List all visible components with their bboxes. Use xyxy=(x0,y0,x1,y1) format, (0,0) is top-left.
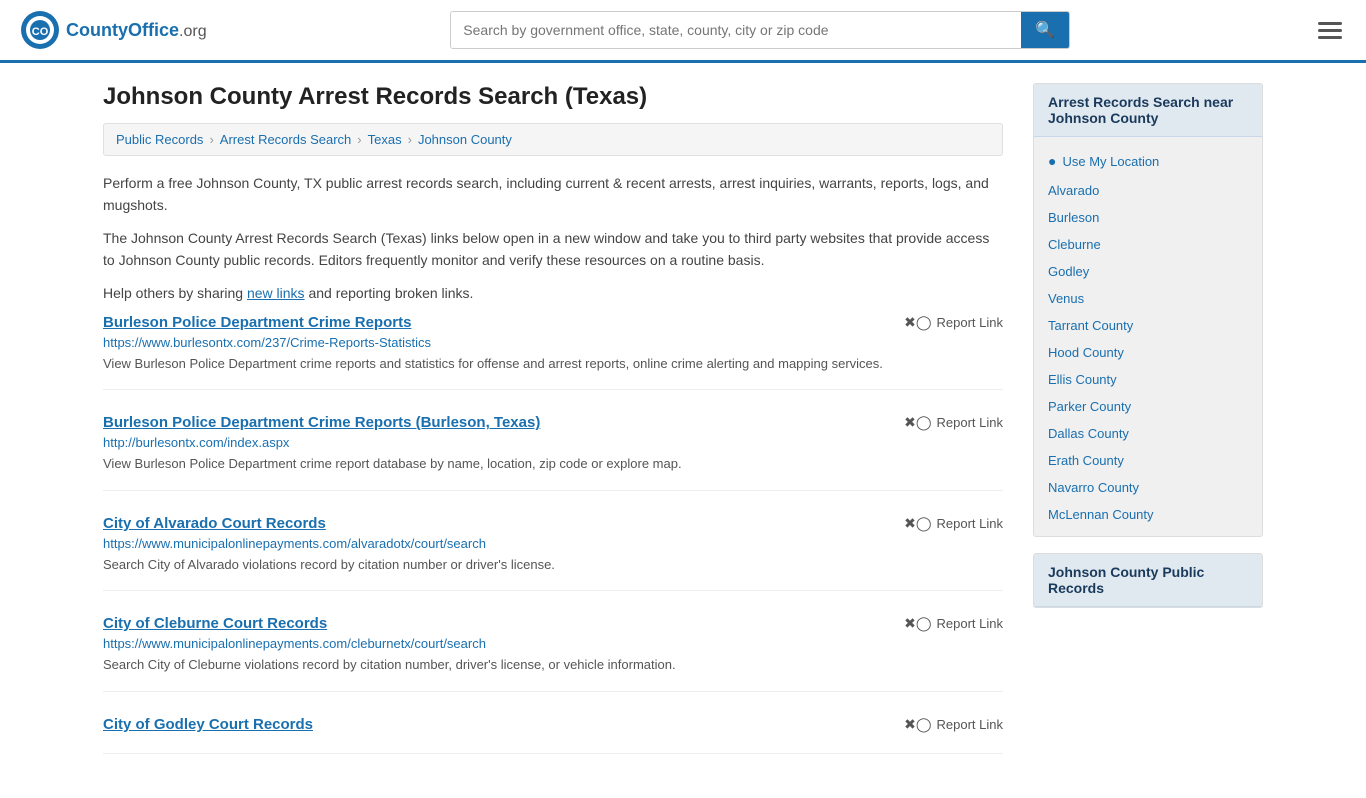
report-icon: ✖◯ xyxy=(904,716,931,733)
logo-text: CountyOffice.org xyxy=(66,20,207,41)
report-icon: ✖◯ xyxy=(904,515,931,532)
logo-area: CO CountyOffice.org xyxy=(20,10,207,50)
search-box: 🔍 xyxy=(450,11,1070,49)
menu-bar-1 xyxy=(1318,22,1342,25)
search-input[interactable] xyxy=(451,12,1021,48)
public-records-title: Johnson County Public Records xyxy=(1034,554,1262,607)
breadcrumb-public-records[interactable]: Public Records xyxy=(116,132,203,147)
nearby-links-list: AlvaradoBurlesonCleburneGodleyVenusTarra… xyxy=(1034,177,1262,528)
result-desc: View Burleson Police Department crime re… xyxy=(103,454,1003,474)
nearby-link[interactable]: Cleburne xyxy=(1034,231,1262,258)
search-icon: 🔍 xyxy=(1035,22,1055,39)
report-link-button[interactable]: ✖◯ Report Link xyxy=(904,615,1003,632)
use-my-location-label: Use My Location xyxy=(1062,154,1159,169)
nearby-section-title: Arrest Records Search near Johnson Count… xyxy=(1034,84,1262,137)
nearby-link[interactable]: Burleson xyxy=(1034,204,1262,231)
svg-text:CO: CO xyxy=(32,26,49,38)
report-link-button[interactable]: ✖◯ Report Link xyxy=(904,716,1003,733)
report-link-button[interactable]: ✖◯ Report Link xyxy=(904,314,1003,331)
result-title[interactable]: Burleson Police Department Crime Reports… xyxy=(103,414,540,431)
result-item: City of Alvarado Court Records ✖◯ Report… xyxy=(103,515,1003,592)
menu-bar-2 xyxy=(1318,29,1342,32)
result-title[interactable]: City of Alvarado Court Records xyxy=(103,515,326,532)
result-title-row: City of Godley Court Records ✖◯ Report L… xyxy=(103,716,1003,733)
content-area: Johnson County Arrest Records Search (Te… xyxy=(103,83,1003,778)
report-link-button[interactable]: ✖◯ Report Link xyxy=(904,414,1003,431)
report-link-button[interactable]: ✖◯ Report Link xyxy=(904,515,1003,532)
breadcrumb: Public Records › Arrest Records Search ›… xyxy=(103,123,1003,156)
page-header: CO CountyOffice.org 🔍 xyxy=(0,0,1366,63)
result-item: City of Godley Court Records ✖◯ Report L… xyxy=(103,716,1003,754)
result-desc: Search City of Alvarado violations recor… xyxy=(103,555,1003,575)
result-item: Burleson Police Department Crime Reports… xyxy=(103,414,1003,491)
logo-icon: CO xyxy=(20,10,60,50)
breadcrumb-arrest-records[interactable]: Arrest Records Search xyxy=(220,132,352,147)
nearby-link[interactable]: Godley xyxy=(1034,258,1262,285)
nearby-section: Arrest Records Search near Johnson Count… xyxy=(1033,83,1263,537)
breadcrumb-johnson-county[interactable]: Johnson County xyxy=(418,132,512,147)
location-icon: ● xyxy=(1048,153,1056,169)
result-url[interactable]: http://burlesontx.com/index.aspx xyxy=(103,435,1003,450)
page-title: Johnson County Arrest Records Search (Te… xyxy=(103,83,1003,111)
nearby-link[interactable]: Ellis County xyxy=(1034,366,1262,393)
nearby-link[interactable]: Venus xyxy=(1034,285,1262,312)
breadcrumb-texas[interactable]: Texas xyxy=(368,132,402,147)
menu-button[interactable] xyxy=(1314,18,1346,43)
nearby-links: ● Use My Location AlvaradoBurlesonClebur… xyxy=(1034,137,1262,536)
result-url[interactable]: https://www.municipalonlinepayments.com/… xyxy=(103,536,1003,551)
search-area: 🔍 xyxy=(450,11,1070,49)
nearby-link[interactable]: Erath County xyxy=(1034,447,1262,474)
result-title-row: City of Cleburne Court Records ✖◯ Report… xyxy=(103,615,1003,632)
result-title[interactable]: Burleson Police Department Crime Reports xyxy=(103,314,411,331)
public-records-section: Johnson County Public Records xyxy=(1033,553,1263,608)
result-title-row: City of Alvarado Court Records ✖◯ Report… xyxy=(103,515,1003,532)
menu-bar-3 xyxy=(1318,36,1342,39)
report-icon: ✖◯ xyxy=(904,414,931,431)
report-icon: ✖◯ xyxy=(904,615,931,632)
sep-1: › xyxy=(209,132,213,147)
desc-para-3: Help others by sharing new links and rep… xyxy=(103,282,1003,304)
sep-2: › xyxy=(357,132,361,147)
nearby-link[interactable]: Alvarado xyxy=(1034,177,1262,204)
sidebar: Arrest Records Search near Johnson Count… xyxy=(1033,83,1263,778)
desc-para-2: The Johnson County Arrest Records Search… xyxy=(103,227,1003,272)
main-container: Johnson County Arrest Records Search (Te… xyxy=(83,63,1283,798)
new-links-link[interactable]: new links xyxy=(247,285,305,301)
result-title[interactable]: City of Cleburne Court Records xyxy=(103,615,327,632)
result-title-row: Burleson Police Department Crime Reports… xyxy=(103,314,1003,331)
use-my-location[interactable]: ● Use My Location xyxy=(1034,145,1262,177)
result-item: City of Cleburne Court Records ✖◯ Report… xyxy=(103,615,1003,692)
nearby-link[interactable]: Hood County xyxy=(1034,339,1262,366)
result-url[interactable]: https://www.municipalonlinepayments.com/… xyxy=(103,636,1003,651)
result-title-row: Burleson Police Department Crime Reports… xyxy=(103,414,1003,431)
desc-para-1: Perform a free Johnson County, TX public… xyxy=(103,172,1003,217)
nearby-link[interactable]: McLennan County xyxy=(1034,501,1262,528)
nearby-link[interactable]: Navarro County xyxy=(1034,474,1262,501)
result-url[interactable]: https://www.burlesontx.com/237/Crime-Rep… xyxy=(103,335,1003,350)
nearby-link[interactable]: Tarrant County xyxy=(1034,312,1262,339)
result-item: Burleson Police Department Crime Reports… xyxy=(103,314,1003,391)
sep-3: › xyxy=(408,132,412,147)
search-button[interactable]: 🔍 xyxy=(1021,12,1069,48)
nearby-link[interactable]: Parker County xyxy=(1034,393,1262,420)
result-desc: View Burleson Police Department crime re… xyxy=(103,354,1003,374)
report-icon: ✖◯ xyxy=(904,314,931,331)
result-desc: Search City of Cleburne violations recor… xyxy=(103,655,1003,675)
nearby-link[interactable]: Dallas County xyxy=(1034,420,1262,447)
result-title[interactable]: City of Godley Court Records xyxy=(103,716,313,733)
results-container: Burleson Police Department Crime Reports… xyxy=(103,314,1003,754)
